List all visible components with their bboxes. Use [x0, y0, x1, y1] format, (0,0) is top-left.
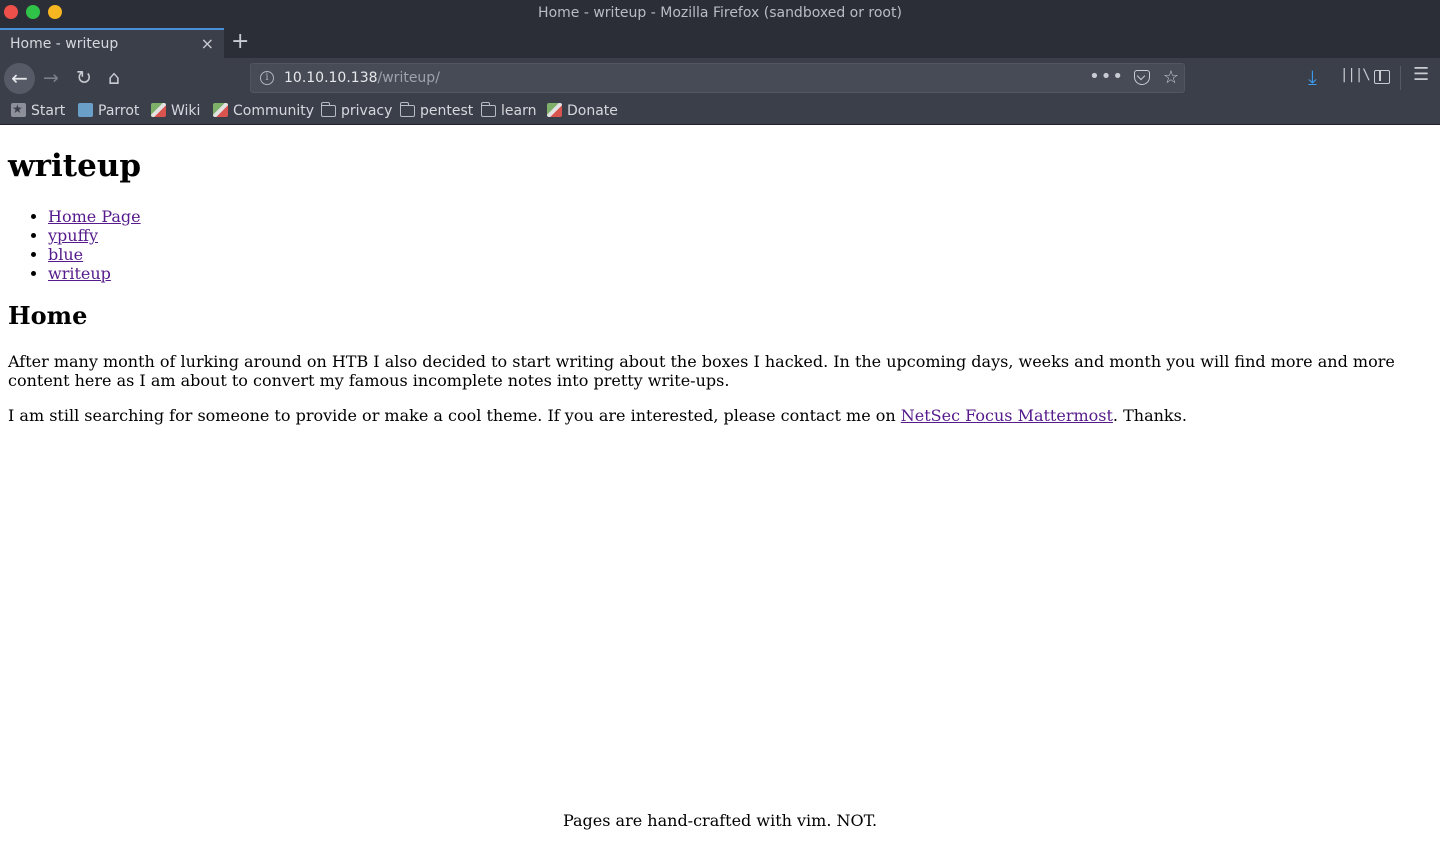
new-tab-icon[interactable]: + — [231, 29, 249, 55]
bookmark-label: Parrot — [98, 103, 140, 119]
url-path: /writeup/ — [377, 70, 440, 86]
bookmark-community[interactable]: Community — [213, 102, 314, 120]
page-footer: Pages are hand-crafted with vim. NOT. — [562, 811, 878, 830]
page-heading: Home — [8, 301, 88, 330]
reload-icon[interactable]: ↻ — [76, 66, 92, 90]
bookmark-folder-pentest[interactable]: pentest — [399, 102, 474, 120]
downloads-icon[interactable]: ⤓ — [1308, 65, 1317, 89]
library-icon[interactable]: |||\ — [1340, 67, 1371, 83]
intro-paragraph: After many month of lurking around on HT… — [8, 352, 1395, 390]
navigation-toolbar: ← → ↻ ⌂ i 10.10.10.138/writeup/ ••• ☆ ⤓ … — [0, 58, 1440, 98]
start-star-icon — [11, 100, 26, 118]
bookmark-folder-learn[interactable]: learn — [480, 102, 537, 120]
hamburger-menu-icon[interactable]: ☰ — [1413, 64, 1429, 85]
tab-close-icon[interactable]: × — [201, 34, 214, 53]
site-info-icon[interactable]: i — [260, 71, 274, 85]
url-host: 10.10.10.138 — [284, 70, 378, 86]
bookmark-folder-privacy[interactable]: privacy — [320, 102, 393, 120]
site-title: writeup — [8, 148, 142, 184]
pocket-icon[interactable] — [1134, 70, 1150, 85]
menu-link-ypuffy[interactable]: ypuffy — [48, 226, 98, 245]
contact-text-before: I am still searching for someone to prov… — [8, 406, 901, 425]
menu-item: blue — [48, 245, 141, 264]
window-titlebar: Home - writeup - Mozilla Firefox (sandbo… — [0, 0, 1440, 28]
bookmark-label: pentest — [420, 103, 474, 119]
menu-item: Home Page — [48, 207, 141, 226]
donate-icon — [547, 103, 562, 117]
toolbar-separator — [1400, 66, 1401, 90]
folder-icon — [399, 102, 415, 117]
folder-icon — [480, 102, 496, 117]
tab-title: Home - writeup — [10, 36, 119, 52]
tab-strip: Home - writeup × + — [0, 28, 1440, 58]
folder-icon — [320, 102, 336, 117]
bookmark-start[interactable]: Start — [11, 100, 66, 120]
menu-link-home-page[interactable]: Home Page — [48, 207, 141, 226]
back-arrow-icon[interactable]: ← — [4, 63, 35, 94]
bookmark-label: privacy — [341, 103, 393, 119]
bookmark-wiki[interactable]: Wiki — [151, 102, 200, 120]
menu-item: writeup — [48, 264, 141, 283]
bookmark-star-icon[interactable]: ☆ — [1163, 67, 1179, 88]
site-menu: Home Page ypuffy blue writeup — [48, 207, 141, 283]
bookmark-parrot[interactable]: Parrot — [78, 102, 139, 120]
forward-arrow-icon[interactable]: → — [43, 66, 59, 90]
parrot-icon — [78, 103, 93, 117]
contact-paragraph: I am still searching for someone to prov… — [8, 406, 1432, 425]
bookmark-label: Donate — [567, 103, 618, 119]
contact-text-after: . Thanks. — [1112, 406, 1187, 425]
home-icon[interactable]: ⌂ — [108, 66, 120, 90]
wiki-icon — [151, 103, 166, 117]
tab-home-writeup[interactable]: Home - writeup × — [0, 28, 224, 58]
bookmark-label: learn — [501, 103, 537, 119]
url-bar[interactable]: i 10.10.10.138/writeup/ ••• ☆ — [250, 63, 1185, 93]
bookmark-donate[interactable]: Donate — [547, 102, 618, 120]
page-content: writeup Home Page ypuffy blue writeup Ho… — [0, 125, 1440, 843]
page-actions-more-icon[interactable]: ••• — [1089, 66, 1124, 87]
menu-link-blue[interactable]: blue — [48, 245, 83, 264]
bookmark-label: Community — [233, 103, 315, 119]
menu-link-writeup[interactable]: writeup — [48, 264, 111, 283]
menu-item: ypuffy — [48, 226, 141, 245]
community-icon — [213, 103, 228, 117]
bookmarks-toolbar: Start Parrot Wiki Community privacy pent… — [0, 98, 1440, 125]
bookmark-label: Start — [31, 103, 66, 119]
bookmark-label: Wiki — [171, 103, 201, 119]
sidebar-toggle-icon[interactable] — [1374, 70, 1390, 84]
mattermost-link[interactable]: NetSec Focus Mattermost — [901, 406, 1113, 425]
window-title: Home - writeup - Mozilla Firefox (sandbo… — [538, 5, 902, 21]
url-text[interactable]: 10.10.10.138/writeup/ — [284, 70, 440, 86]
